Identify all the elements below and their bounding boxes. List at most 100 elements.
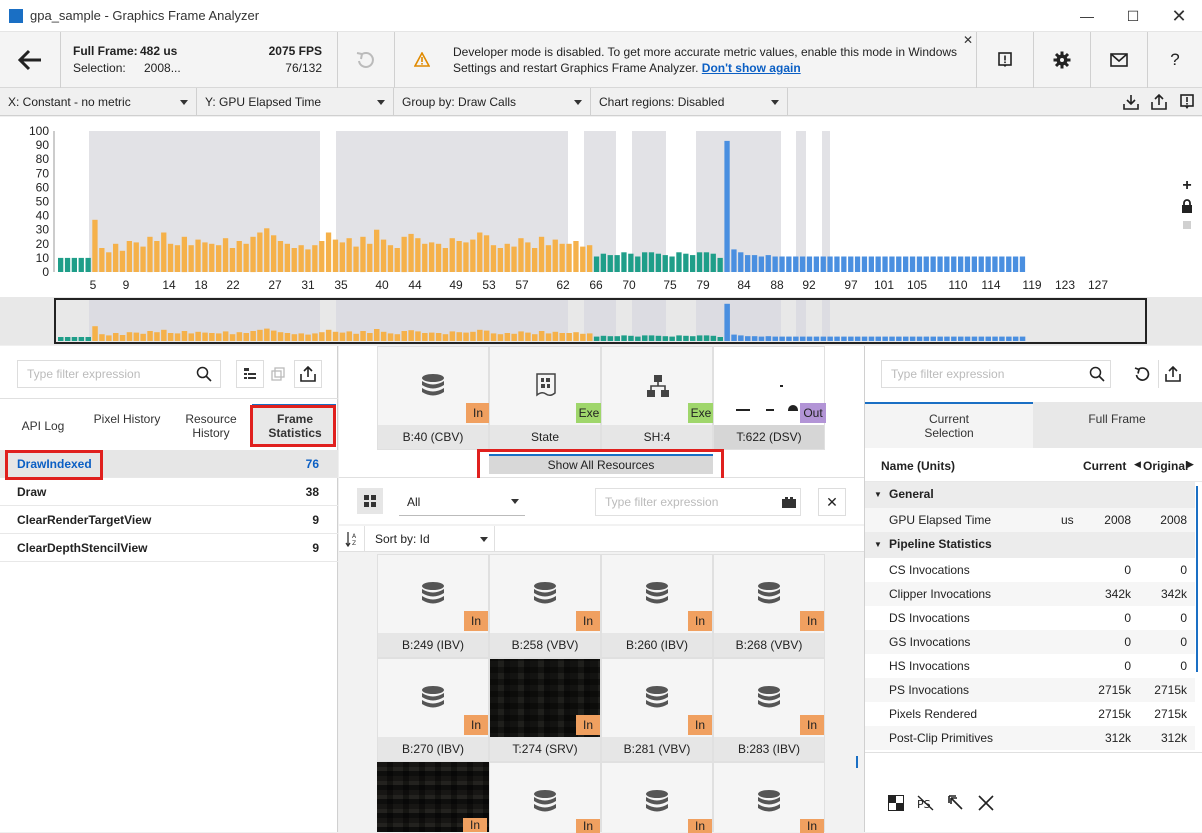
overview-bar[interactable]: [765, 336, 772, 341]
chart-bar[interactable]: [621, 252, 627, 272]
list-item[interactable]: ClearDepthStencilView 9: [0, 534, 338, 562]
chart-bar[interactable]: [669, 256, 675, 273]
chart-bar[interactable]: [394, 248, 400, 272]
settings-button[interactable]: [1034, 32, 1090, 88]
overview-bar[interactable]: [930, 336, 937, 341]
chart-bar[interactable]: [250, 236, 256, 273]
metric-row[interactable]: PS Invocations 2715k 2715k: [865, 678, 1195, 702]
overview-bar[interactable]: [325, 329, 332, 341]
chart-bar[interactable]: [401, 236, 407, 273]
resource-tile[interactable]: Exe SH:4: [601, 346, 714, 450]
chart-bar[interactable]: [937, 256, 943, 273]
overview-bar[interactable]: [751, 336, 758, 341]
notice-close-icon[interactable]: ✕: [963, 33, 973, 47]
chart-bar[interactable]: [463, 242, 469, 272]
tree-view-button[interactable]: [236, 360, 264, 388]
overview-bar[interactable]: [305, 334, 311, 341]
overview-bar[interactable]: [813, 336, 820, 341]
overview-bar[interactable]: [909, 336, 916, 341]
chart-bar[interactable]: [614, 255, 620, 272]
resource-tile[interactable]: In B:260 (IBV): [601, 554, 713, 658]
sort-direction-button[interactable]: AZ: [339, 526, 365, 552]
chart-bar[interactable]: [978, 256, 984, 273]
chart-bar[interactable]: [1012, 256, 1019, 273]
chart-bar[interactable]: [181, 236, 187, 273]
minimize-button[interactable]: —: [1064, 0, 1110, 32]
overview-bar[interactable]: [964, 336, 971, 341]
chart-bar[interactable]: [580, 246, 586, 272]
overview-bar[interactable]: [703, 335, 710, 341]
overview-bar[interactable]: [106, 335, 112, 341]
chart-bar[interactable]: [848, 256, 854, 273]
overview-bar[interactable]: [552, 331, 559, 341]
chart-bar[interactable]: [113, 243, 119, 272]
chart-bar[interactable]: [964, 256, 971, 273]
overview-bar[interactable]: [566, 333, 572, 341]
overview-bar[interactable]: [889, 336, 895, 341]
chart-bar[interactable]: [312, 245, 318, 272]
chart-bar[interactable]: [923, 256, 929, 273]
x-axis-dropdown[interactable]: X: Constant - no metric: [0, 88, 197, 116]
overview-bar[interactable]: [353, 333, 359, 341]
overview-bar[interactable]: [243, 333, 250, 341]
chart-bar[interactable]: [745, 255, 751, 272]
overview-bar[interactable]: [683, 335, 689, 341]
metric-row[interactable]: Clipper Invocations 342k 342k: [865, 582, 1195, 606]
overview-bar[interactable]: [1012, 336, 1019, 341]
chart-bar[interactable]: [305, 249, 311, 272]
overview-bar[interactable]: [717, 337, 724, 341]
overview-bar[interactable]: [580, 333, 586, 341]
chart-bar[interactable]: [951, 256, 957, 273]
chart-bar[interactable]: [387, 245, 394, 272]
overview-bar[interactable]: [800, 336, 806, 341]
chart-bar[interactable]: [85, 257, 91, 272]
chart-bar[interactable]: [820, 256, 826, 273]
overview-bar[interactable]: [380, 331, 387, 341]
overview-bar[interactable]: [99, 334, 105, 341]
overview-bar[interactable]: [64, 337, 71, 341]
chart-bar[interactable]: [353, 246, 359, 272]
chart-bar[interactable]: [167, 243, 174, 272]
overview-bar[interactable]: [992, 336, 998, 341]
chart-bar[interactable]: [532, 248, 538, 272]
chart-bar[interactable]: [284, 243, 290, 272]
overview-bar[interactable]: [119, 335, 126, 341]
filter-options-icon[interactable]: [782, 497, 796, 508]
overview-bar[interactable]: [422, 333, 428, 341]
sort-by-dropdown[interactable]: Sort by: Id: [367, 526, 495, 552]
chart-bar[interactable]: [731, 249, 737, 272]
overview-bar[interactable]: [78, 337, 85, 341]
overview-bar[interactable]: [319, 332, 325, 341]
chart-bar[interactable]: [380, 239, 387, 272]
chart-bar[interactable]: [903, 256, 909, 273]
overview-bar[interactable]: [188, 333, 195, 341]
overview-bar[interactable]: [875, 336, 882, 341]
metric-row[interactable]: CS Invocations 0 0: [865, 558, 1195, 582]
chart-bar[interactable]: [367, 243, 373, 272]
resource-tile[interactable]: Out T:622 (DSV): [713, 346, 826, 450]
import-chart-button[interactable]: [1120, 92, 1142, 112]
left-export-button[interactable]: [294, 360, 322, 388]
chart-bar[interactable]: [325, 232, 332, 273]
chart-bar[interactable]: [944, 256, 950, 273]
zoom-in-button[interactable]: +: [1178, 177, 1196, 195]
chevron-right-icon[interactable]: ▶: [1187, 459, 1194, 470]
refresh-metrics-button[interactable]: [1128, 360, 1156, 388]
chart-bar[interactable]: [896, 256, 902, 273]
chart-bar[interactable]: [538, 236, 545, 273]
chart-scroll-handle[interactable]: [1183, 221, 1191, 229]
overview-bar[interactable]: [271, 330, 277, 341]
chart-bar[interactable]: [92, 219, 98, 272]
chart-bar[interactable]: [346, 238, 352, 272]
chart-bar[interactable]: [78, 257, 84, 272]
group-by-dropdown[interactable]: Group by: Draw Calls: [394, 88, 591, 116]
overview-bar[interactable]: [738, 335, 744, 341]
resource-tile[interactable]: In: [713, 762, 825, 833]
chart-bar[interactable]: [765, 255, 771, 272]
chart-bar[interactable]: [99, 248, 105, 272]
overview-bar[interactable]: [827, 336, 833, 341]
chart-bar[interactable]: [525, 242, 531, 272]
overview-bar[interactable]: [312, 333, 318, 341]
overview-bar[interactable]: [140, 333, 146, 341]
lock-button[interactable]: [1178, 197, 1196, 215]
